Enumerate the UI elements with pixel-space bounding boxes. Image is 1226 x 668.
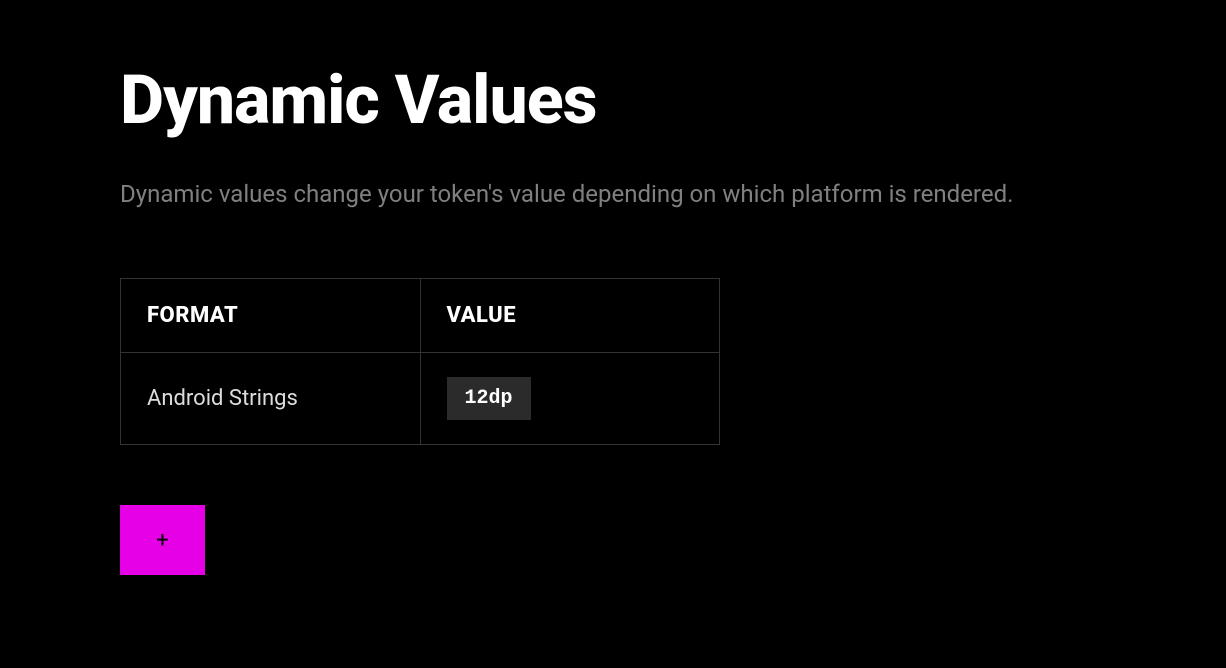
format-cell: Android Strings: [121, 353, 421, 445]
plus-icon: +: [156, 528, 168, 553]
page-subtitle: Dynamic values change your token's value…: [120, 180, 1106, 208]
column-header-format: FORMAT: [121, 279, 421, 353]
value-cell: 12dp: [420, 353, 720, 445]
dynamic-values-table: FORMAT VALUE Android Strings 12dp: [120, 278, 720, 445]
value-badge: 12dp: [447, 377, 531, 420]
add-button[interactable]: +: [120, 505, 205, 575]
page-title: Dynamic Values: [120, 60, 1106, 140]
table-row: Android Strings 12dp: [121, 353, 720, 445]
column-header-value: VALUE: [420, 279, 720, 353]
table-header-row: FORMAT VALUE: [121, 279, 720, 353]
